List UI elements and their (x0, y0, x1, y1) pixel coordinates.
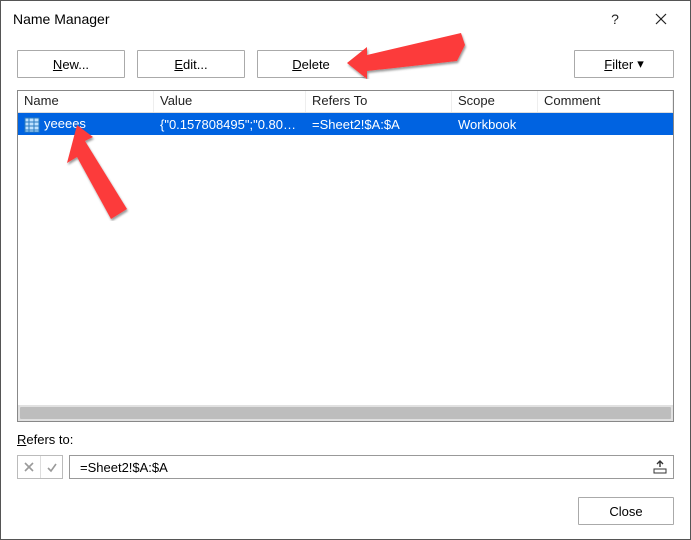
horizontal-scrollbar[interactable] (18, 405, 673, 421)
col-comment-header[interactable]: Comment (538, 91, 673, 112)
collapse-dialog-button[interactable] (651, 458, 669, 476)
cancel-edit-button[interactable] (18, 456, 40, 478)
col-name-header[interactable]: Name (18, 91, 154, 112)
help-button[interactable]: ? (592, 4, 638, 34)
refersto-label-row: Refers to: (1, 422, 690, 455)
titlebar: Name Manager ? (1, 1, 690, 36)
refersto-input-wrap (69, 455, 674, 479)
close-icon (655, 13, 667, 25)
col-scope-header[interactable]: Scope (452, 91, 538, 112)
new-button[interactable]: New... (17, 50, 125, 78)
window-title: Name Manager (13, 11, 110, 27)
refersto-input[interactable] (78, 459, 645, 476)
refersto-label: Refers to: (17, 432, 77, 447)
refersto-edit-row (1, 455, 690, 491)
close-button[interactable]: Close (578, 497, 674, 525)
refersto-accept-cancel (17, 455, 63, 479)
list-headers: Name Value Refers To Scope Comment (18, 91, 673, 113)
check-icon (46, 461, 58, 473)
close-window-button[interactable] (638, 4, 684, 34)
toolbar: New... Edit... Delete Filter▾ (1, 36, 690, 90)
table-row[interactable]: yeeees {"0.157808495";"0.804... =Sheet2!… (18, 113, 673, 135)
row-refers: =Sheet2!$A:$A (306, 115, 452, 134)
cancel-icon (23, 461, 35, 473)
col-refers-header[interactable]: Refers To (306, 91, 452, 112)
row-name: yeeees (44, 116, 86, 131)
collapse-icon (653, 460, 667, 474)
accept-edit-button[interactable] (40, 456, 62, 478)
table-icon (24, 117, 40, 133)
name-manager-dialog: Name Manager ? New... Edit... Delete Fil… (0, 0, 691, 540)
list-rows: yeeees {"0.157808495";"0.804... =Sheet2!… (18, 113, 673, 405)
chevron-down-icon: ▾ (637, 56, 644, 72)
row-scope: Workbook (452, 115, 538, 134)
filter-button[interactable]: Filter▾ (574, 50, 674, 78)
delete-button[interactable]: Delete (257, 50, 365, 78)
col-value-header[interactable]: Value (154, 91, 306, 112)
footer: Close (1, 491, 690, 539)
scrollbar-thumb[interactable] (20, 407, 671, 419)
row-comment (538, 122, 673, 126)
edit-button[interactable]: Edit... (137, 50, 245, 78)
row-value: {"0.157808495";"0.804... (154, 115, 306, 134)
names-listbox: Name Value Refers To Scope Comment yeeee… (17, 90, 674, 422)
